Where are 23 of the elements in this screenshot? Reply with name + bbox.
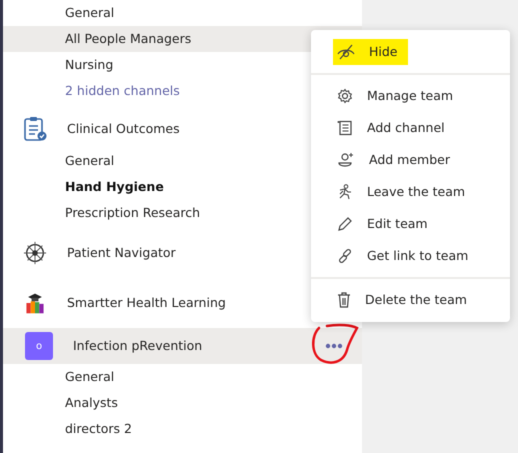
clipboard-icon xyxy=(23,117,47,141)
list-icon xyxy=(337,120,353,136)
add-person-icon xyxy=(337,152,355,168)
menu-item[interactable]: Manage team xyxy=(311,80,510,112)
team-name: Patient Navigator xyxy=(67,244,176,262)
settings-icon xyxy=(337,88,353,104)
highlighter-mark: Hide xyxy=(333,38,408,66)
link-icon xyxy=(337,248,353,264)
team-name: Infection pRevention xyxy=(73,336,202,355)
channel-item[interactable]: Analysts xyxy=(3,390,362,416)
channel-item[interactable]: General xyxy=(3,364,362,390)
team-name: Smartter Health Learning xyxy=(67,294,226,312)
running-person-icon xyxy=(337,184,353,200)
trash-icon xyxy=(337,292,351,308)
team-name: Clinical Outcomes xyxy=(67,120,180,138)
hidden-eye-icon xyxy=(337,44,355,60)
compass-icon xyxy=(23,241,47,265)
channel-item[interactable]: directors 2 xyxy=(3,416,362,442)
more-icon[interactable] xyxy=(325,343,343,349)
channel-item[interactable]: General xyxy=(3,0,362,26)
menu-item[interactable]: Leave the team xyxy=(311,176,510,208)
pencil-icon xyxy=(337,216,353,232)
team-avatar: o xyxy=(25,332,53,360)
